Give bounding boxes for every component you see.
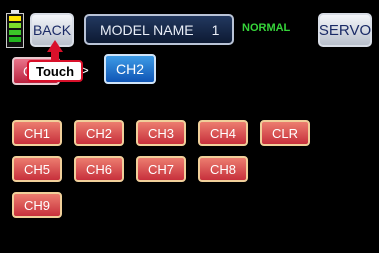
touch-arrow-stem: [51, 50, 59, 60]
servo-button[interactable]: SERVO: [318, 13, 372, 47]
channel-button-ch9[interactable]: CH9: [12, 192, 62, 218]
model-name-label: MODEL NAME: [100, 21, 194, 38]
channel-button-ch1[interactable]: CH1: [12, 120, 62, 146]
channel-button-ch2[interactable]: CH2: [74, 120, 124, 146]
channel-button-ch8[interactable]: CH8: [198, 156, 248, 182]
channel-button-ch5[interactable]: CH5: [12, 156, 62, 182]
flight-mode-status: NORMAL: [242, 22, 291, 34]
channel-button-ch7[interactable]: CH7: [136, 156, 186, 182]
battery-bar-3: [9, 30, 21, 35]
channel-button-ch6[interactable]: CH6: [74, 156, 124, 182]
battery-bar-4: [9, 37, 21, 42]
target-channel-button[interactable]: CH2: [104, 54, 156, 84]
servo-reverse-screen: BACK MODEL NAME 1 NORMAL SERVO CH1 -> CH…: [0, 0, 379, 253]
channel-button-ch4[interactable]: CH4: [198, 120, 248, 146]
clear-button[interactable]: CLR: [260, 120, 310, 146]
battery-bar-1: [9, 16, 21, 21]
battery-icon: [6, 10, 24, 48]
model-number: 1: [211, 21, 220, 38]
touch-callout: Touch: [27, 60, 83, 82]
battery-bar-2: [9, 23, 21, 28]
battery-body: [6, 13, 24, 48]
channel-button-ch3[interactable]: CH3: [136, 120, 186, 146]
model-name-button[interactable]: MODEL NAME 1: [84, 14, 234, 45]
